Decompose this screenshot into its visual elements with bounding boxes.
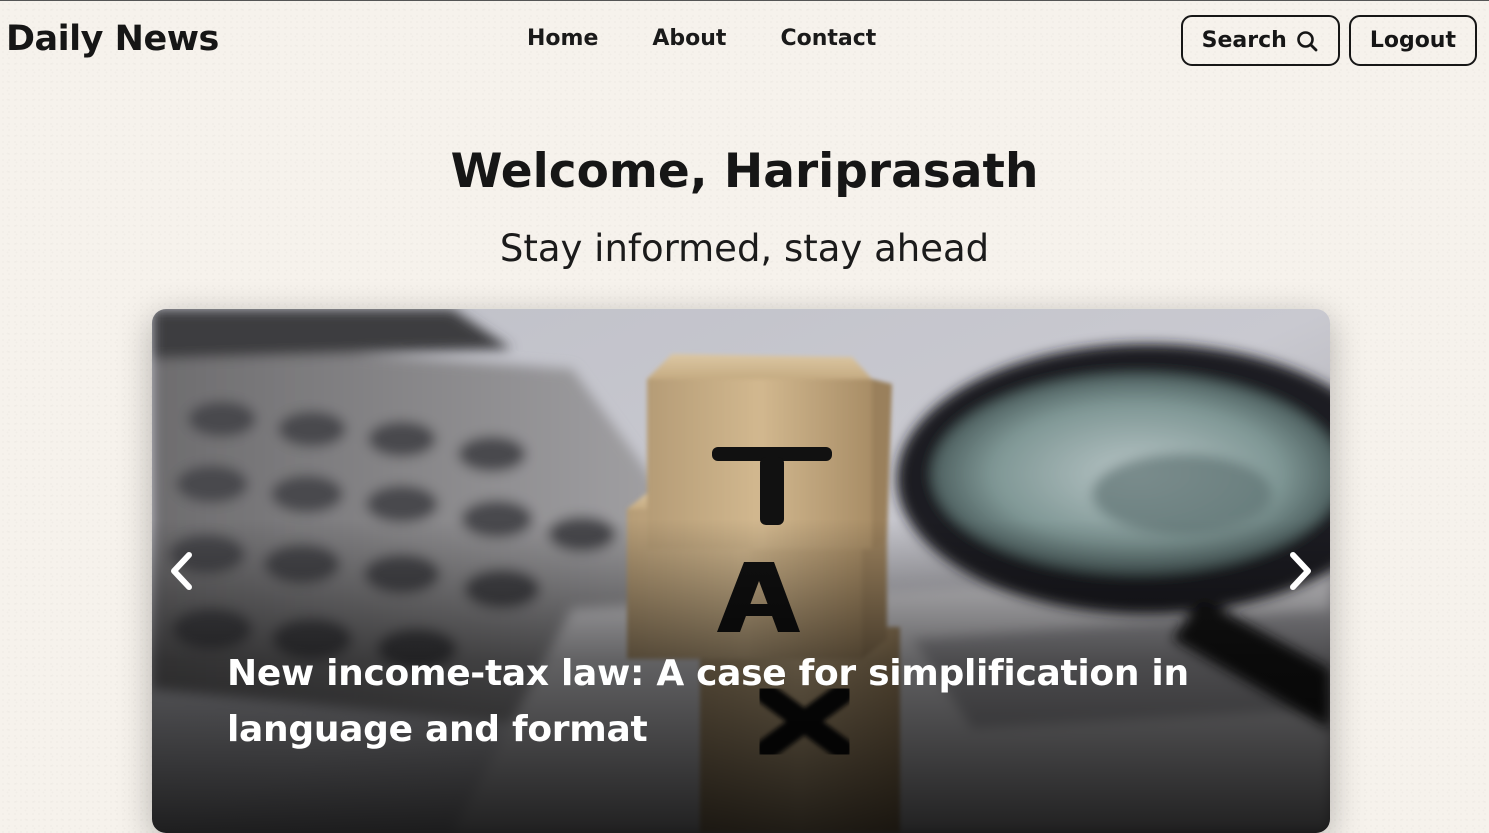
search-button[interactable]: Search xyxy=(1180,15,1340,66)
carousel-next-button[interactable] xyxy=(1278,547,1322,597)
nav-link-about[interactable]: About xyxy=(652,26,726,51)
slide-headline[interactable]: New income-tax law: A case for simplific… xyxy=(227,646,1227,758)
tagline: Stay informed, stay ahead xyxy=(499,227,990,270)
nav-actions: Search Logout xyxy=(1180,15,1477,66)
site-logo[interactable]: Daily News xyxy=(6,19,219,59)
carousel-prev-button[interactable] xyxy=(160,547,204,597)
chevron-right-icon xyxy=(1285,550,1315,595)
news-carousel: New income-tax law: A case for simplific… xyxy=(152,309,1330,833)
nav-link-home[interactable]: Home xyxy=(527,26,598,51)
chevron-left-icon xyxy=(167,550,197,595)
logout-button[interactable]: Logout xyxy=(1348,15,1477,66)
nav-link-contact[interactable]: Contact xyxy=(780,26,876,51)
welcome-heading: Welcome, Hariprasath xyxy=(450,144,1039,199)
top-navbar: Daily News Home About Contact Search Log… xyxy=(0,1,1489,83)
search-button-label: Search xyxy=(1201,28,1287,53)
logout-button-label: Logout xyxy=(1369,28,1456,53)
search-icon xyxy=(1295,29,1319,53)
main-nav: Home About Contact xyxy=(527,26,876,51)
